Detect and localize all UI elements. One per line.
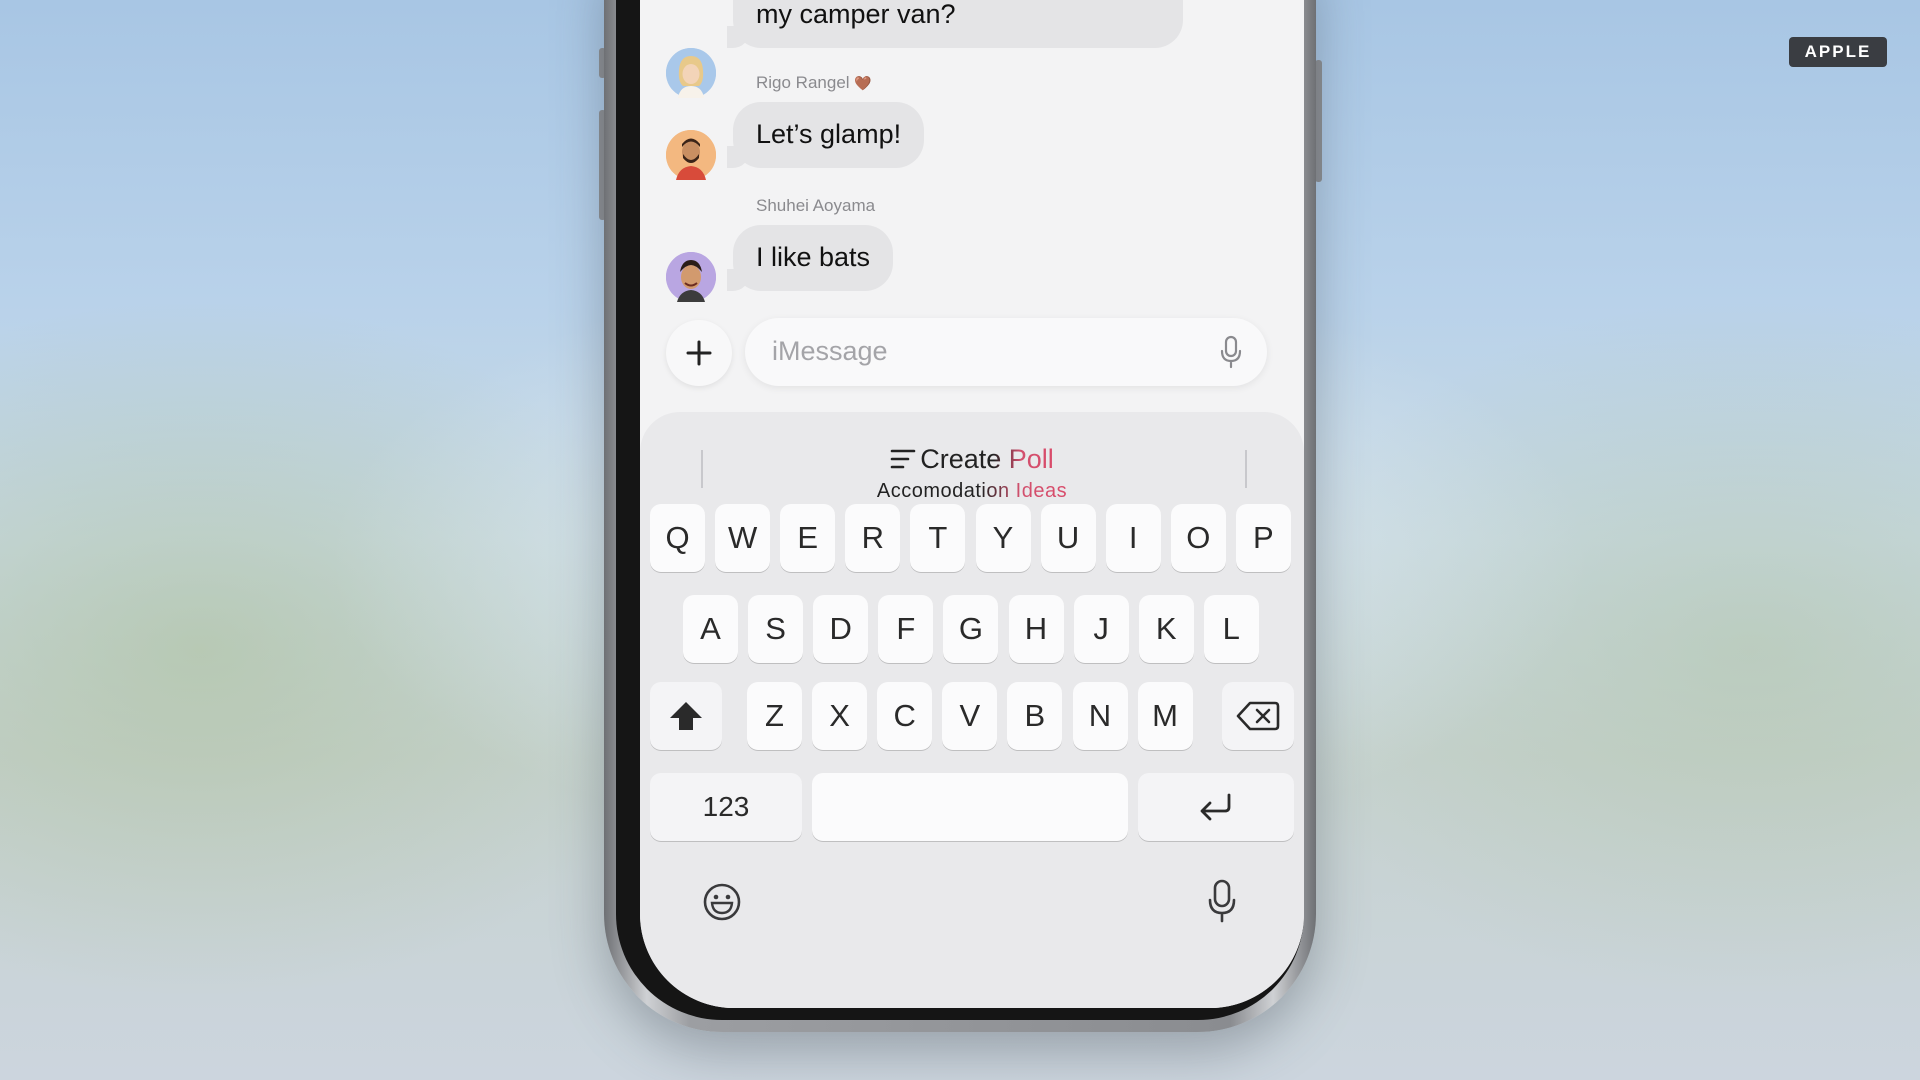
microphone-icon[interactable] (1219, 335, 1243, 369)
numbers-key[interactable]: 123 (650, 773, 802, 841)
key-r[interactable]: R (845, 504, 901, 572)
list-icon (890, 449, 916, 469)
dictation-button[interactable] (1200, 876, 1244, 926)
key-z[interactable]: Z (747, 682, 802, 750)
key-n[interactable]: N (1072, 682, 1128, 750)
message-input[interactable]: iMessage (745, 318, 1267, 386)
message-text: Terrible options. Can we sleep in my cam… (756, 0, 956, 29)
sender-name: Rigo Rangel 🤎 (756, 73, 872, 92)
space-key[interactable] (812, 773, 1128, 841)
key-l[interactable]: L (1203, 595, 1259, 663)
key-g[interactable]: G (943, 595, 999, 663)
suggestion-title: Create Poll (920, 444, 1054, 474)
avatar[interactable] (666, 252, 716, 302)
key-j[interactable]: J (1073, 595, 1129, 663)
emoji-icon (703, 883, 741, 921)
return-icon (1200, 793, 1231, 821)
plus-button[interactable] (666, 320, 732, 386)
phone-bezel: Terrible options. Can we sleep in my cam… (616, 0, 1304, 1020)
message-text: Let’s glamp! (756, 119, 902, 149)
key-i[interactable]: I (1105, 504, 1161, 572)
phone-power-button (1315, 60, 1322, 182)
memoji-avatar-icon (666, 252, 716, 302)
key-d[interactable]: D (813, 595, 869, 663)
avatar[interactable] (666, 48, 716, 98)
emoji-button[interactable] (700, 880, 744, 924)
key-w[interactable]: W (715, 504, 771, 572)
key-f[interactable]: F (878, 595, 934, 663)
key-b[interactable]: B (1007, 682, 1063, 750)
key-e[interactable]: E (780, 504, 836, 572)
suggestion-subtitle: Accomodation Ideas (876, 480, 1068, 502)
key-y[interactable]: Y (975, 504, 1031, 572)
key-x[interactable]: X (812, 682, 868, 750)
create-poll-suggestion[interactable]: Create Poll (640, 444, 1304, 475)
bubble-tail (727, 26, 749, 48)
avatar[interactable] (666, 130, 716, 180)
delete-key[interactable] (1222, 682, 1294, 750)
key-p[interactable]: P (1235, 504, 1291, 572)
message-input-placeholder: iMessage (772, 336, 888, 366)
bubble-tail (727, 146, 749, 168)
key-o[interactable]: O (1170, 504, 1226, 572)
delete-icon (1236, 701, 1280, 731)
key-s[interactable]: S (748, 595, 804, 663)
key-v[interactable]: V (942, 682, 998, 750)
key-a[interactable]: A (683, 595, 738, 663)
key-h[interactable]: H (1008, 595, 1064, 663)
key-c[interactable]: C (877, 682, 933, 750)
key-k[interactable]: K (1138, 595, 1194, 663)
plus-icon (686, 340, 712, 366)
suggestion-subtitle-wrap: Accomodation Ideas (640, 480, 1304, 503)
message-composer: iMessage (640, 316, 1304, 390)
brand-badge: APPLE (1789, 37, 1887, 67)
key-t[interactable]: T (910, 504, 966, 572)
phone-frame: Terrible options. Can we sleep in my cam… (604, 0, 1316, 1032)
message-bubble[interactable]: Terrible options. Can we sleep in my cam… (727, 0, 1183, 48)
sender-name: Shuhei Aoyama (756, 196, 876, 215)
return-key[interactable] (1138, 773, 1294, 841)
microphone-icon (1208, 879, 1236, 923)
bubble-tail (727, 269, 749, 291)
memoji-avatar-icon (666, 48, 716, 98)
suggestion-bar: Create Poll Accomodation Ideas (640, 430, 1304, 510)
key-m[interactable]: M (1137, 682, 1193, 750)
shift-key[interactable] (650, 682, 722, 750)
key-u[interactable]: U (1040, 504, 1096, 572)
message-bubble[interactable]: Let’s glamp! (727, 102, 925, 168)
memoji-avatar-icon (666, 130, 716, 180)
message-bubble[interactable]: I like bats (727, 225, 894, 291)
keyboard: Create Poll Accomodation Ideas QWERTYUIO… (640, 412, 1304, 1008)
shift-icon (670, 702, 702, 730)
phone-screen: Terrible options. Can we sleep in my cam… (640, 0, 1304, 1008)
key-q[interactable]: Q (650, 504, 705, 572)
message-text: I like bats (756, 242, 871, 272)
